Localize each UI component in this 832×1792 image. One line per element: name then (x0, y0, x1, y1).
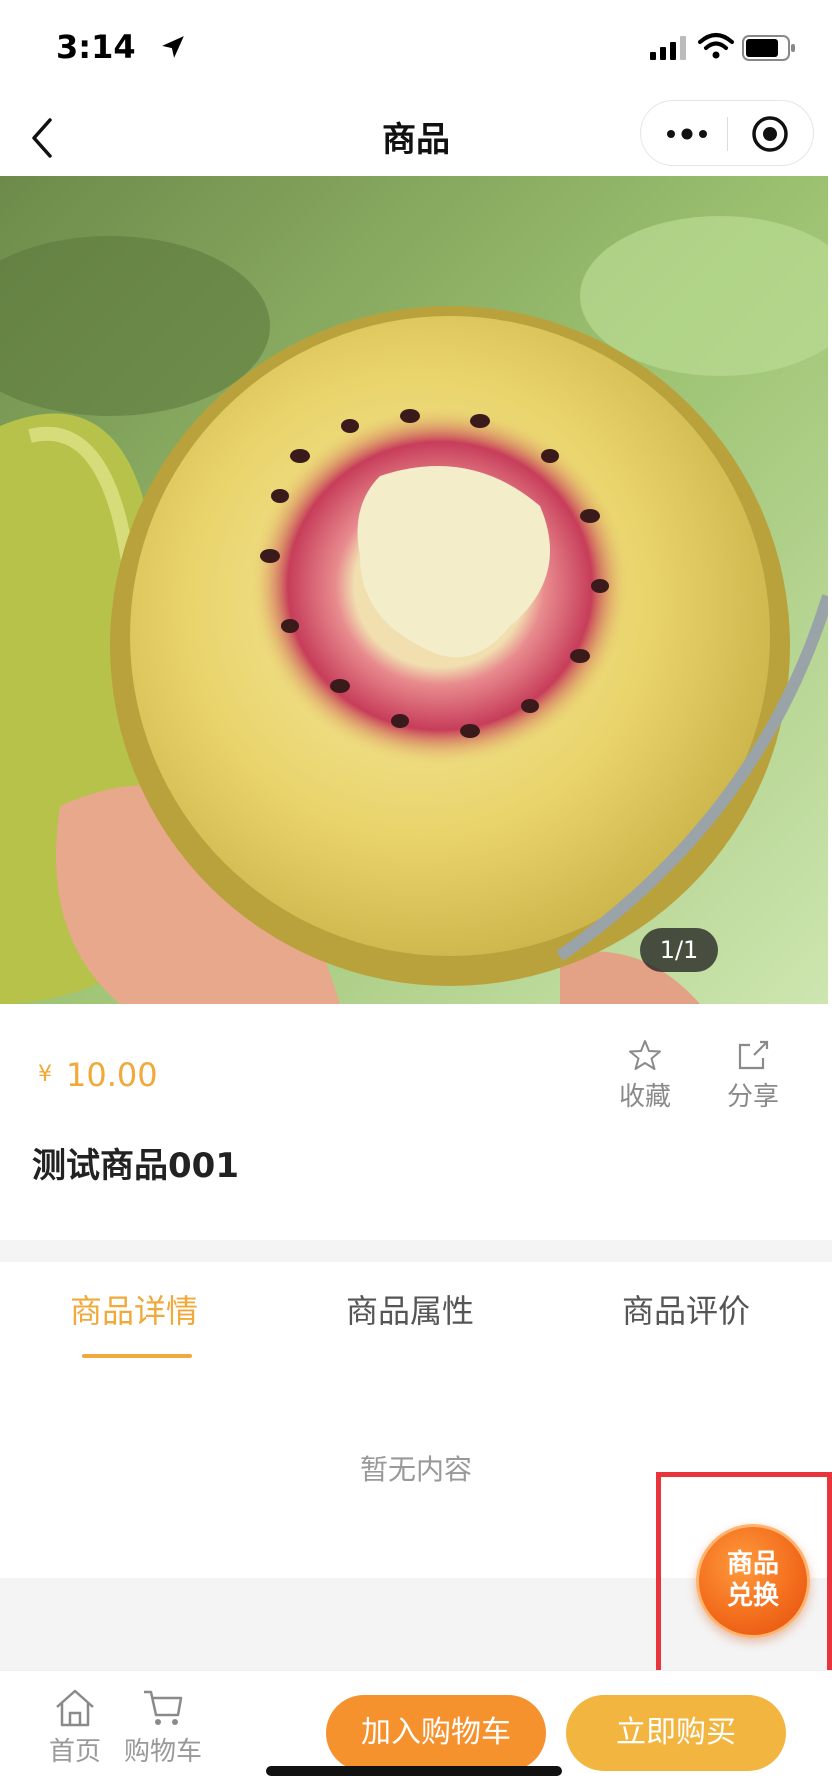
product-image[interactable] (0, 176, 828, 1004)
cart-nav-button[interactable]: 购物车 (118, 1687, 208, 1768)
tab-active-indicator (82, 1354, 192, 1358)
add-to-cart-button[interactable]: 加入购物车 (326, 1695, 546, 1771)
target-icon[interactable] (751, 115, 789, 153)
cart-icon (144, 1690, 183, 1725)
battery-icon (742, 35, 795, 61)
tab-details[interactable]: 商品详情 (70, 1286, 198, 1332)
location-arrow-icon (162, 36, 184, 58)
image-counter: 1/1 (640, 928, 718, 972)
exchange-label-line2: 兑换 (726, 1581, 779, 1611)
product-name: 测试商品001 (32, 1146, 239, 1186)
wifi-icon (698, 33, 734, 59)
tab-reviews[interactable]: 商品评价 (622, 1286, 750, 1332)
star-icon (629, 1040, 661, 1070)
more-icon[interactable] (665, 123, 709, 145)
cart-label: 购物车 (123, 1737, 202, 1767)
status-time: 3:14 (56, 28, 136, 66)
home-indicator (266, 1766, 562, 1776)
nav-bar: 商品 (0, 100, 832, 176)
kiwi-image (0, 176, 828, 1004)
capsule-divider (727, 117, 728, 151)
price-currency: ¥ (38, 1062, 52, 1087)
status-bar: 3:14 (0, 0, 832, 100)
exchange-button[interactable]: 商品 兑换 (696, 1524, 810, 1638)
home-icon (56, 1689, 94, 1727)
tab-attributes[interactable]: 商品属性 (346, 1286, 474, 1332)
home-label: 首页 (48, 1737, 101, 1767)
favorite-label: 收藏 (618, 1082, 671, 1112)
section-divider (0, 1240, 832, 1262)
favorite-button[interactable]: 收藏 (610, 1038, 680, 1118)
share-button[interactable]: 分享 (718, 1038, 788, 1118)
detail-tabs: 商品详情 商品属性 商品评价 (0, 1262, 832, 1366)
home-button[interactable]: 首页 (30, 1687, 120, 1768)
share-icon (738, 1040, 769, 1070)
mini-program-capsule (640, 100, 814, 166)
cellular-signal-icon (650, 36, 686, 60)
exchange-label-line1: 商品 (726, 1549, 779, 1579)
price-value: 10.00 (66, 1056, 158, 1094)
product-info: ¥ 10.00 收藏 分享 测试商品001 (0, 1004, 832, 1240)
share-label: 分享 (726, 1082, 779, 1112)
buy-now-button[interactable]: 立即购买 (566, 1695, 786, 1771)
